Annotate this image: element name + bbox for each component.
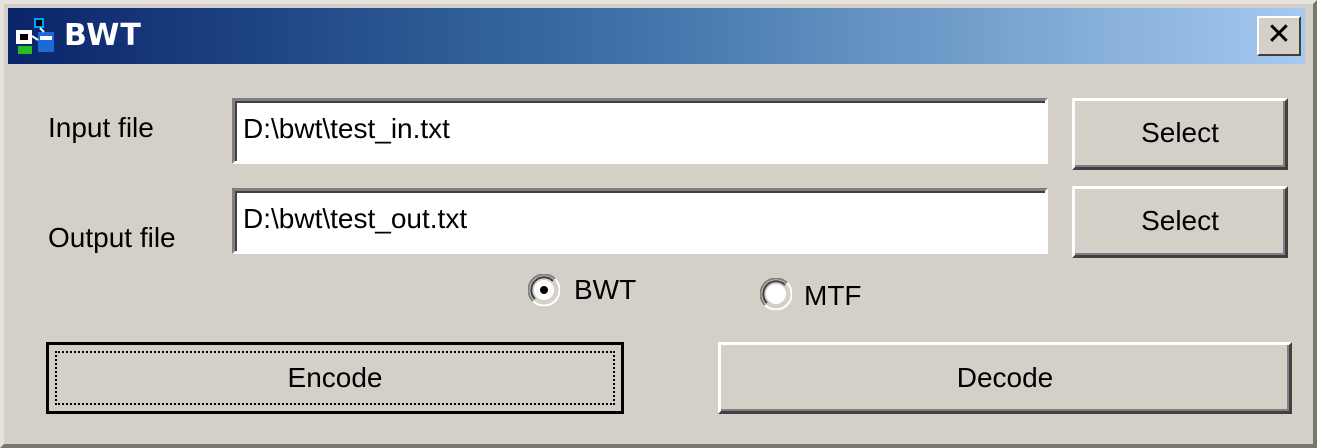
input-select-label: Select bbox=[1141, 117, 1219, 148]
bwt-radio[interactable] bbox=[527, 273, 561, 307]
title-bar[interactable]: BWT ✕ bbox=[8, 8, 1305, 64]
mtf-radio-label[interactable]: MTF bbox=[804, 280, 862, 312]
bwt-radio-label[interactable]: BWT bbox=[574, 274, 636, 306]
encode-button[interactable]: Encode bbox=[46, 342, 624, 414]
decode-label: Decode bbox=[956, 362, 1054, 393]
input-select-button[interactable]: Select bbox=[1072, 98, 1288, 170]
bwt-window: BWT ✕ Input file D:\bwt\test_in.txt Sele… bbox=[0, 0, 1317, 448]
output-file-field[interactable]: D:\bwt\test_out.txt bbox=[232, 188, 1048, 254]
output-file-label: Output file bbox=[48, 222, 176, 253]
mtf-radio[interactable] bbox=[759, 277, 793, 311]
input-file-field[interactable]: D:\bwt\test_in.txt bbox=[232, 98, 1048, 164]
decode-button[interactable]: Decode bbox=[718, 342, 1292, 414]
output-select-button[interactable]: Select bbox=[1072, 186, 1288, 258]
app-icon bbox=[14, 14, 58, 58]
close-button[interactable]: ✕ bbox=[1257, 16, 1301, 56]
output-select-label: Select bbox=[1141, 205, 1219, 236]
focus-rect bbox=[55, 351, 615, 405]
window-title: BWT bbox=[64, 18, 142, 53]
input-file-label: Input file bbox=[48, 112, 154, 143]
close-icon: ✕ bbox=[1266, 17, 1292, 52]
